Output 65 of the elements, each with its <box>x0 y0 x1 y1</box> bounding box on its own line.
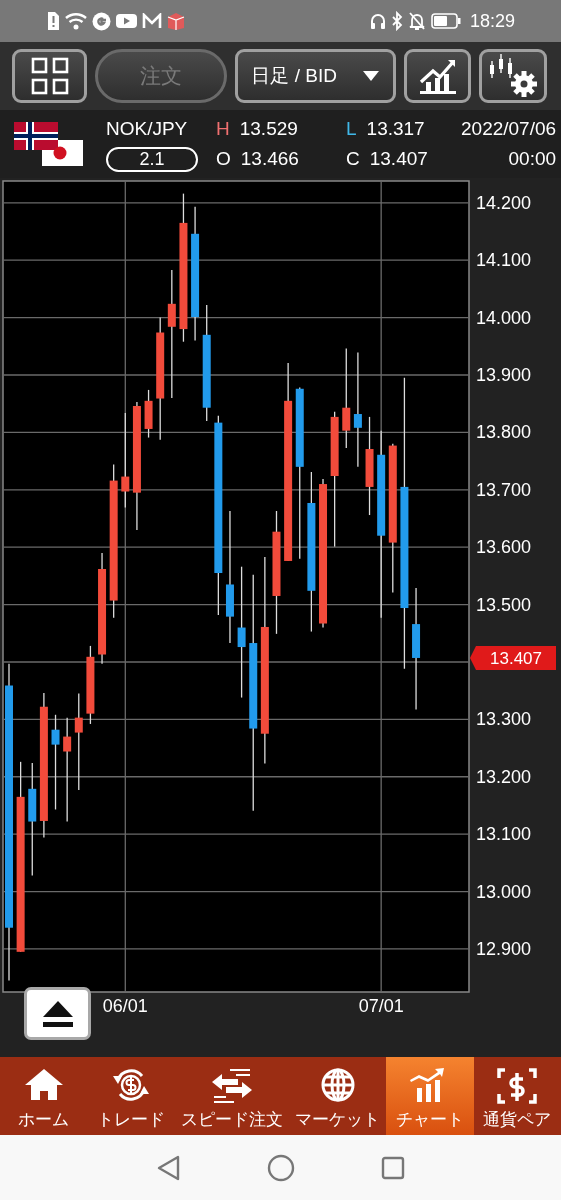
chart-type-button[interactable] <box>404 49 471 103</box>
recents-button[interactable] <box>380 1155 405 1180</box>
bar-chart-icon <box>418 58 457 94</box>
home-circle-icon <box>266 1153 295 1182</box>
mail-icon <box>142 13 162 29</box>
axis-label: 13.700 <box>476 479 532 500</box>
nav-tab[interactable]: 通貨ペア <box>473 1057 561 1135</box>
date-text: 2022/07/06 <box>461 118 557 140</box>
play-icon <box>116 13 137 29</box>
back-button[interactable] <box>156 1154 181 1181</box>
axis-label: 13.900 <box>476 365 532 385</box>
square-icon <box>380 1155 405 1180</box>
nav-tab[interactable]: ホーム <box>0 1057 88 1135</box>
dollar-frame-icon <box>495 1066 540 1104</box>
high-label: H <box>216 118 230 140</box>
eject-icon <box>42 1000 73 1027</box>
sim-alert-icon <box>46 11 60 31</box>
menu-grid-button[interactable] <box>12 49 87 103</box>
axis-label: 13.500 <box>476 594 532 615</box>
battery-icon <box>430 13 461 29</box>
close-value: 13.407 <box>369 148 428 170</box>
axis-label: 06/01 <box>102 996 148 1016</box>
axis-label: 13.600 <box>476 537 532 558</box>
axis-label: 13.200 <box>476 766 532 787</box>
wifi-icon <box>65 12 87 30</box>
axis-label: 14.100 <box>476 250 532 271</box>
low-value: 13.317 <box>366 118 425 140</box>
price-tag: 13.407 <box>470 645 556 670</box>
nav-tab[interactable]: トレード <box>87 1057 175 1135</box>
nav-tab[interactable]: マーケット <box>289 1057 386 1135</box>
time-text: 00:00 <box>507 148 557 170</box>
currency-pair-label: NOK/JPY <box>106 118 189 140</box>
close-label: C <box>346 148 360 170</box>
eject-button[interactable] <box>24 987 91 1040</box>
low-label: L <box>346 118 357 140</box>
nav-tab[interactable]: チャート <box>386 1057 474 1135</box>
axis-label: 13.100 <box>476 824 532 845</box>
arrows-icon <box>210 1066 254 1104</box>
axis-label: 13.000 <box>476 881 532 902</box>
axis-label: 14.000 <box>476 307 532 328</box>
bluetooth-icon <box>390 11 403 31</box>
open-value: 13.466 <box>240 148 299 170</box>
candlestick <box>144 389 153 439</box>
bell-off-icon <box>407 11 426 31</box>
clock-time: 18:29 <box>469 10 515 32</box>
spread-badge: 2.1 <box>106 146 198 172</box>
axis-label: 07/01 <box>358 996 404 1016</box>
grid-icon <box>30 57 69 95</box>
flags-icon <box>14 122 84 166</box>
g-logo-icon <box>92 11 111 31</box>
headphones-icon <box>369 12 386 30</box>
nav-tab[interactable]: スピード注文 <box>175 1057 289 1135</box>
candles-gear-icon <box>487 53 539 99</box>
axis-label: 14.200 <box>476 192 532 213</box>
open-label: O <box>216 148 231 170</box>
period-dropdown[interactable]: 日足 / BID <box>235 49 396 103</box>
caret-down-icon <box>363 71 379 81</box>
axis-label: 12.900 <box>476 938 532 959</box>
chart-settings-button[interactable] <box>479 49 547 103</box>
axis-label: 13.300 <box>476 709 532 730</box>
high-value: 13.529 <box>239 118 298 140</box>
app-box-icon <box>167 12 185 30</box>
home-button[interactable] <box>266 1153 295 1182</box>
axis-label: 13.800 <box>476 422 532 443</box>
back-icon <box>156 1154 181 1181</box>
